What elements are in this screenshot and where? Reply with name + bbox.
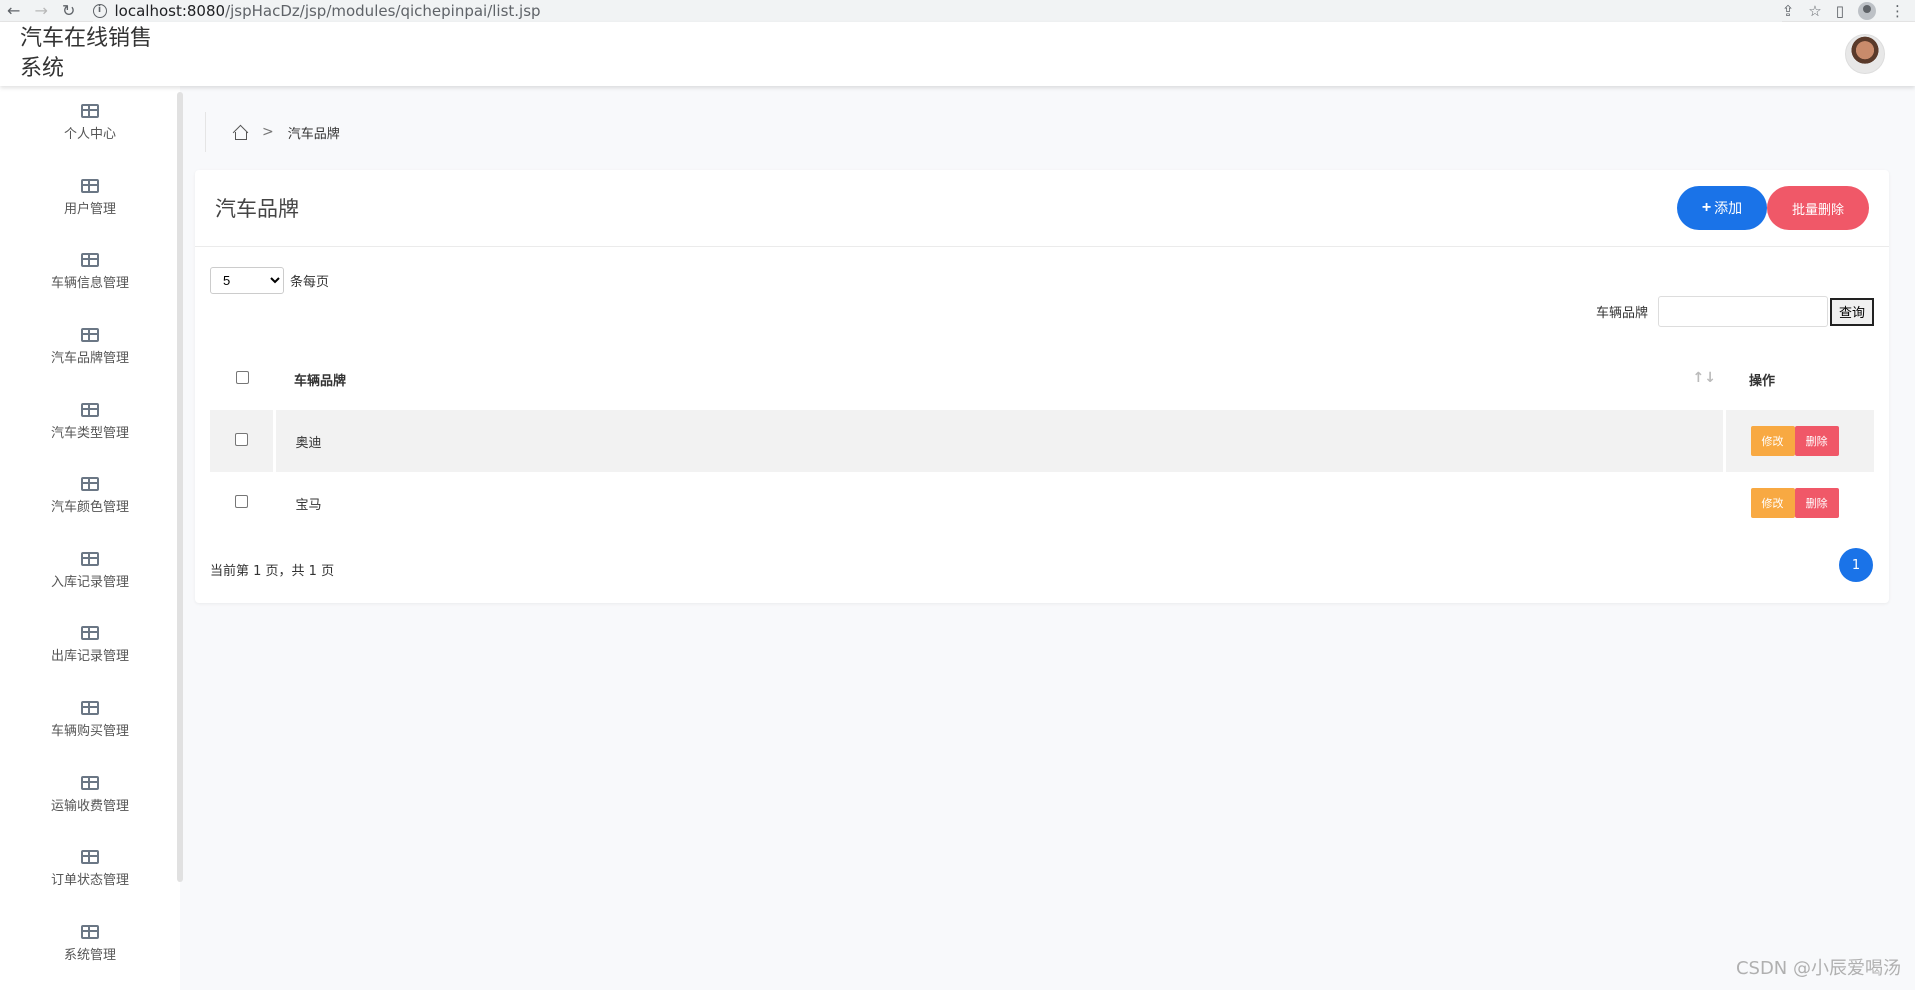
breadcrumb-current: 汽车品牌 (287, 126, 340, 142)
sidebar-item-label: 入库记录管理 (50, 574, 129, 590)
sidebar-item-system[interactable]: 系统管理 (0, 907, 180, 982)
address-bar[interactable]: i localhost:8080/jspHacDz/jsp/modules/qi… (92, 0, 1782, 22)
sidebar-item-label: 车辆购买管理 (50, 724, 129, 740)
delete-button[interactable]: 删除 (1794, 488, 1839, 518)
sidepanel-icon[interactable]: ▯ (1836, 2, 1844, 20)
table-header-row: 车辆品牌 ↑↓ 操作 (210, 348, 1874, 410)
sidebar-item-label: 出库记录管理 (50, 649, 129, 665)
sidebar-item-users[interactable]: 用户管理 (0, 161, 180, 236)
brand-list-card: 汽车品牌 + 添加 批量删除 5 条每页 车辆品牌 查询 车辆品牌 ↑↓ 操作 … (195, 170, 1889, 603)
profile-icon[interactable] (1858, 1, 1876, 20)
brand-header-label: 车辆品牌 (294, 373, 347, 389)
sort-icon[interactable]: ↑↓ (1693, 370, 1716, 386)
page-size-select[interactable]: 5 (210, 267, 284, 294)
page-number-button[interactable]: 1 (1839, 548, 1873, 582)
site-info-icon[interactable]: i (92, 3, 107, 18)
select-all-checkbox[interactable] (235, 370, 249, 384)
brand-search-input[interactable] (1658, 296, 1828, 327)
plus-icon: + (1701, 199, 1712, 216)
table-icon (81, 850, 99, 865)
sidebar: 个人中心 用户管理 车辆信息管理 汽车品牌管理 汽车类型管理 汽车颜色管理 入库… (0, 86, 180, 990)
row-checkbox[interactable] (234, 494, 248, 508)
row-checkbox-cell (210, 410, 274, 472)
search-button[interactable]: 查询 (1830, 297, 1874, 326)
sidebar-item-colors[interactable]: 汽车颜色管理 (0, 459, 180, 534)
search-label: 车辆品牌 (1595, 306, 1648, 321)
sidebar-item-stock-out[interactable]: 出库记录管理 (0, 608, 180, 683)
operation-column-header: 操作 (1749, 373, 1776, 389)
app-header: 汽车在线销售系统 (0, 22, 1915, 86)
edit-button[interactable]: 修改 (1750, 488, 1795, 518)
page-title: 汽车品牌 (215, 197, 299, 221)
sidebar-item-personal-center[interactable]: 个人中心 (0, 86, 180, 161)
sidebar-item-label: 订单状态管理 (50, 873, 129, 889)
table-icon (81, 104, 99, 119)
page-size-control: 5 条每页 (210, 267, 329, 294)
sidebar-item-label: 用户管理 (63, 201, 116, 217)
browser-actions: ⇪ ☆ ▯ ⋮ (1782, 1, 1915, 20)
sidebar-item-brands[interactable]: 汽车品牌管理 (0, 310, 180, 385)
sidebar-item-label: 系统管理 (63, 947, 116, 963)
edit-button[interactable]: 修改 (1750, 426, 1795, 456)
table-row: 宝马 修改 删除 (210, 472, 1874, 534)
chevron-right-icon: > (262, 124, 274, 140)
sidebar-item-purchases[interactable]: 车辆购买管理 (0, 683, 180, 758)
add-button-label: 添加 (1714, 200, 1743, 216)
forward-icon[interactable]: → (28, 0, 56, 22)
table-icon (81, 551, 99, 566)
page-size-label: 条每页 (290, 275, 330, 290)
sidebar-item-vehicles[interactable]: 车辆信息管理 (0, 235, 180, 310)
brand-table: 车辆品牌 ↑↓ 操作 奥迪 修改 删除 宝马 修改 删除 (210, 348, 1874, 534)
browser-toolbar: ← → ↻ i localhost:8080/jspHacDz/jsp/modu… (0, 0, 1915, 22)
sidebar-item-label: 汽车类型管理 (50, 425, 129, 441)
reload-icon[interactable]: ↻ (55, 0, 83, 22)
table-icon (81, 253, 99, 268)
sidebar-item-label: 运输收费管理 (50, 798, 129, 814)
sidebar-item-label: 车辆信息管理 (50, 276, 129, 292)
card-header: 汽车品牌 + 添加 批量删除 (195, 170, 1889, 247)
page-info: 当前第 1 页，共 1 页 (210, 564, 335, 579)
brand-cell: 宝马 (272, 472, 1726, 534)
sidebar-item-label: 个人中心 (63, 127, 116, 143)
operation-cell: 修改 删除 (1724, 472, 1874, 534)
share-icon[interactable]: ⇪ (1782, 2, 1795, 20)
brand-column-header[interactable]: 车辆品牌 ↑↓ (274, 348, 1724, 410)
table-icon (81, 924, 99, 939)
breadcrumb: > 汽车品牌 (205, 112, 340, 152)
url-text: localhost:8080/jspHacDz/jsp/modules/qich… (114, 1, 541, 20)
table-icon (81, 775, 99, 790)
sidebar-item-label: 汽车颜色管理 (50, 500, 129, 516)
watermark: CSDN @小辰爱喝汤 (1735, 958, 1901, 979)
table-icon (81, 178, 99, 193)
select-all-cell (210, 348, 274, 410)
home-icon[interactable] (232, 124, 248, 140)
sidebar-item-label: 汽车品牌管理 (50, 351, 129, 367)
batch-delete-button[interactable]: 批量删除 (1767, 186, 1869, 230)
back-icon[interactable]: ← (0, 0, 28, 22)
table-icon (81, 328, 99, 343)
brand-cell: 奥迪 (272, 410, 1726, 472)
sidebar-item-stock-in[interactable]: 入库记录管理 (0, 534, 180, 609)
sidebar-item-order-status[interactable]: 订单状态管理 (0, 832, 180, 907)
add-button[interactable]: + 添加 (1677, 186, 1767, 230)
menu-dots-icon[interactable]: ⋮ (1890, 2, 1905, 20)
row-checkbox-cell (210, 472, 274, 534)
table-row: 奥迪 修改 删除 (210, 410, 1874, 472)
star-icon[interactable]: ☆ (1808, 2, 1821, 20)
table-icon (81, 626, 99, 641)
delete-button[interactable]: 删除 (1794, 426, 1839, 456)
sidebar-item-shipping-fees[interactable]: 运输收费管理 (0, 757, 180, 832)
table-icon (81, 477, 99, 492)
sidebar-item-types[interactable]: 汽车类型管理 (0, 384, 180, 459)
table-icon (81, 701, 99, 716)
avatar[interactable] (1845, 34, 1885, 74)
app-title: 汽车在线销售系统 (20, 26, 153, 81)
search-row: 车辆品牌 查询 (1596, 296, 1874, 327)
sidebar-scrollbar[interactable] (177, 92, 183, 882)
table-icon (81, 402, 99, 417)
row-checkbox[interactable] (234, 432, 248, 446)
operation-cell: 修改 删除 (1724, 410, 1874, 472)
